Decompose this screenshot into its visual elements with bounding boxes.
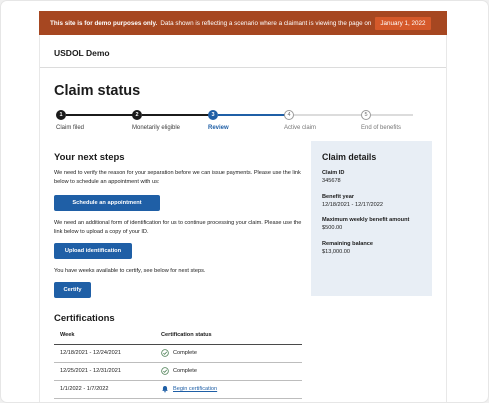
- row-divider-2: [54, 380, 302, 381]
- certifications-heading: Certifications: [54, 313, 115, 324]
- row-divider-3: [54, 398, 302, 399]
- step-5-label: End of benefits: [361, 125, 402, 131]
- claim-id-label: Claim ID: [322, 170, 345, 176]
- step-connector-2: [142, 114, 209, 116]
- table-row-3-status[interactable]: Begin certification: [161, 385, 217, 393]
- next-steps-text-2: We need an additional form of identifica…: [54, 220, 302, 235]
- schedule-appointment-button[interactable]: Schedule an appointment: [54, 195, 160, 211]
- demo-banner: This site is for demo purposes only. Dat…: [39, 11, 447, 35]
- check-circle-icon: [161, 367, 169, 375]
- header-divider: [40, 67, 446, 68]
- step-1-label: Claim filed: [56, 125, 85, 131]
- column-header-week: Week: [60, 332, 75, 338]
- upload-identification-button[interactable]: Upload identification: [54, 243, 132, 259]
- table-row-1-week: 12/18/2021 - 12/24/2021: [60, 350, 121, 356]
- benefit-year-label: Benefit year: [322, 194, 355, 200]
- screenshot-frame: This site is for demo purposes only. Dat…: [0, 0, 489, 403]
- next-steps-text-3: You have weeks available to certify, see…: [54, 268, 206, 274]
- next-steps-text-1: We need to verify the reason for your se…: [54, 170, 301, 185]
- claim-details-card: Claim details Claim ID 345678 Benefit ye…: [311, 141, 432, 296]
- row-divider-1: [54, 362, 302, 363]
- row-1-status-text: Complete: [173, 350, 197, 356]
- table-row-3-week: 1/1/2022 - 1/7/2022: [60, 386, 109, 392]
- step-1-marker: 1: [56, 110, 66, 120]
- demo-banner-bold: This site is for demo purposes only.: [50, 19, 158, 27]
- row-2-status-text: Complete: [173, 368, 197, 374]
- column-header-status: Certification status: [161, 332, 212, 338]
- demo-banner-date: January 1, 2022: [375, 16, 431, 30]
- step-3-label: Review: [208, 125, 229, 131]
- app-name[interactable]: USDOL Demo: [54, 48, 110, 58]
- table-row-2-week: 12/25/2021 - 12/31/2021: [60, 368, 121, 374]
- claim-details-heading: Claim details: [322, 152, 377, 162]
- next-steps-heading: Your next steps: [54, 152, 125, 163]
- demo-banner-text: Data shown is reflecting a scenario wher…: [160, 19, 372, 27]
- step-5-marker: 5: [361, 110, 371, 120]
- step-4-marker: 4: [284, 110, 294, 120]
- step-connector-5: [371, 114, 413, 116]
- check-circle-icon: [161, 349, 169, 357]
- remaining-balance-value: $13,000.00: [322, 249, 350, 255]
- step-2-label: Monetarily eligible: [132, 125, 181, 131]
- remaining-balance-label: Remaining balance: [322, 241, 373, 247]
- claim-id-value: 345678: [322, 178, 341, 184]
- certify-button[interactable]: Certify: [54, 282, 91, 298]
- step-4-label: Active claim: [284, 125, 317, 131]
- max-weekly-benefit-value: $500.00: [322, 225, 343, 231]
- benefit-year-value: 12/18/2021 - 12/17/2022: [322, 202, 383, 208]
- table-row-2-status: Complete: [161, 367, 197, 375]
- page: USDOL Demo Claim status 1 2 3 4 5 Claim …: [39, 35, 447, 402]
- bell-alert-icon: [162, 385, 168, 393]
- max-weekly-benefit-label: Maximum weekly benefit amount: [322, 217, 410, 223]
- step-indicator: 1 2 3 4 5 Claim filed Monetarily eligibl…: [56, 109, 416, 139]
- table-header-divider: [54, 344, 302, 345]
- step-connector-1: [66, 114, 133, 116]
- step-connector-4: [294, 114, 362, 116]
- page-title: Claim status: [54, 83, 141, 99]
- begin-certification-link[interactable]: Begin certification: [173, 386, 217, 392]
- step-2-marker: 2: [132, 110, 142, 120]
- step-connector-3: [218, 114, 285, 116]
- step-3-marker: 3: [208, 110, 218, 120]
- table-row-1-status: Complete: [161, 349, 197, 357]
